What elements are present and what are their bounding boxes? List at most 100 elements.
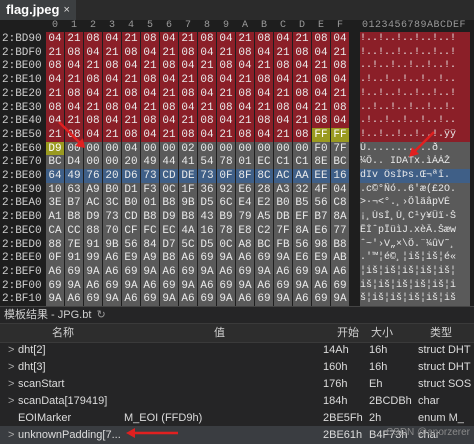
hex-byte[interactable]: 0F	[46, 251, 64, 266]
hex-byte[interactable]: 21	[122, 114, 140, 129]
hex-byte[interactable]: 21	[179, 73, 197, 88]
hex-byte[interactable]: D7	[160, 237, 178, 252]
hex-byte[interactable]: 04	[46, 73, 64, 88]
hex-byte[interactable]: AA	[293, 169, 311, 184]
hex-byte[interactable]: A6	[293, 292, 311, 307]
hex-byte[interactable]: 04	[179, 100, 197, 115]
hex-byte[interactable]: 08	[274, 59, 292, 74]
hex-byte[interactable]: 08	[236, 127, 254, 143]
hex-byte[interactable]: 70	[103, 223, 121, 239]
hex-byte[interactable]: 21	[179, 114, 197, 129]
hex-byte[interactable]: FC	[141, 223, 159, 239]
hex-byte[interactable]: AC	[274, 169, 292, 184]
hex-byte[interactable]: 84	[141, 237, 159, 252]
hex-byte[interactable]: 56	[293, 237, 311, 252]
hex-byte[interactable]: 7E	[65, 237, 83, 252]
hex-byte[interactable]: B0	[122, 196, 140, 211]
hex-byte[interactable]: 9A	[236, 278, 254, 294]
hex-byte[interactable]: 21	[312, 100, 330, 115]
hex-byte[interactable]: 00	[103, 155, 121, 170]
hex-byte[interactable]: 04	[103, 114, 121, 129]
hex-byte[interactable]: 08	[274, 100, 292, 115]
hex-byte[interactable]: B8	[160, 251, 178, 266]
hex-byte[interactable]: 56	[122, 237, 140, 252]
file-tab[interactable]: flag.jpeg ×	[0, 0, 76, 20]
hex-byte[interactable]: 21	[236, 32, 254, 47]
hex-byte[interactable]: 04	[217, 73, 235, 88]
hex-byte[interactable]: FF	[312, 127, 330, 143]
hex-byte[interactable]: 21	[217, 45, 235, 61]
hex-byte[interactable]: 04	[198, 86, 216, 102]
hex-byte[interactable]: E9	[312, 251, 330, 266]
hex-byte[interactable]: F3	[141, 182, 159, 198]
hex-byte[interactable]: 8A	[293, 223, 311, 239]
hex-byte[interactable]: 16	[331, 169, 349, 184]
hex-byte[interactable]: 9A	[84, 264, 102, 280]
column-value[interactable]: 值	[214, 324, 225, 342]
hex-byte[interactable]: 04	[141, 127, 159, 143]
hex-byte[interactable]: 9A	[217, 292, 235, 307]
hex-byte[interactable]: 08	[122, 127, 140, 143]
ascii-text[interactable]: .!..!..!..!..!..	[360, 73, 470, 88]
hex-byte[interactable]: A9	[84, 182, 102, 198]
hex-byte[interactable]: 04	[65, 100, 83, 115]
ascii-text[interactable]: ..!..!..!..!..!.	[360, 59, 470, 74]
hex-byte[interactable]: 21	[141, 100, 159, 115]
hex-byte[interactable]: A6	[160, 264, 178, 280]
ascii-text[interactable]: š¦iš¦iš¦iš¦iš¦iš	[360, 292, 470, 307]
hex-byte[interactable]: 21	[122, 32, 140, 47]
ascii-text[interactable]: ¡¸ÙsÍ¸Ù¸C¹y¥Ûï·Š	[360, 210, 470, 225]
hex-byte[interactable]: 9A	[274, 251, 292, 266]
hex-byte[interactable]: 04	[160, 32, 178, 47]
hex-byte[interactable]: 08	[312, 73, 330, 88]
hex-byte[interactable]: CC	[65, 223, 83, 239]
column-type[interactable]: 类型	[430, 324, 452, 342]
hex-byte[interactable]: 04	[179, 59, 197, 74]
hex-byte[interactable]: 49	[65, 169, 83, 184]
hex-byte[interactable]: 04	[331, 32, 349, 47]
hex-byte[interactable]: 04	[293, 100, 311, 115]
hex-byte[interactable]: 73	[103, 210, 121, 225]
hex-byte[interactable]: 08	[255, 114, 273, 129]
hex-byte[interactable]: 04	[160, 73, 178, 88]
ascii-text[interactable]: .'™¦é©¸¦iš¦iš¦é«	[360, 251, 470, 266]
hex-byte[interactable]: A6	[312, 278, 330, 294]
hex-byte[interactable]: 08	[293, 86, 311, 102]
hex-byte[interactable]: 8E	[312, 155, 330, 170]
hex-byte[interactable]: 69	[331, 278, 349, 294]
ascii-text[interactable]: ..!..!..!..!..!.	[360, 100, 470, 115]
hex-byte[interactable]: 88	[46, 237, 64, 252]
hex-byte[interactable]: BC	[331, 155, 349, 170]
hex-byte[interactable]: 08	[84, 73, 102, 88]
expand-icon[interactable]: >	[8, 426, 14, 444]
hex-byte[interactable]: 69	[103, 278, 121, 294]
hex-byte[interactable]: 08	[65, 86, 83, 102]
hex-byte[interactable]: 88	[84, 223, 102, 239]
hex-byte[interactable]: 9A	[331, 292, 349, 307]
hex-byte[interactable]: 08	[141, 32, 159, 47]
hex-byte[interactable]: A6	[179, 292, 197, 307]
hex-byte[interactable]: 77	[331, 223, 349, 239]
hex-byte[interactable]: BC	[46, 155, 64, 170]
hex-byte[interactable]: 04	[103, 73, 121, 88]
hex-byte[interactable]: AB	[331, 251, 349, 266]
hex-byte[interactable]: 0F	[217, 169, 235, 184]
hex-byte[interactable]: 04	[312, 86, 330, 102]
hex-byte[interactable]: 21	[274, 127, 292, 143]
hex-byte[interactable]: 9A	[274, 292, 292, 307]
template-row[interactable]: > scanData[179419] 184h 2BCDBh char	[0, 392, 474, 410]
expand-icon[interactable]: >	[8, 358, 14, 376]
hex-byte[interactable]: 69	[255, 251, 273, 266]
hex-byte[interactable]: 00	[236, 141, 254, 157]
hex-byte[interactable]: 08	[122, 45, 140, 61]
hex-byte[interactable]: 54	[198, 155, 216, 170]
hex-byte[interactable]: B8	[331, 237, 349, 252]
hex-byte[interactable]: E8	[236, 223, 254, 239]
hex-byte[interactable]: A5	[255, 210, 273, 225]
hex-byte[interactable]: 21	[160, 86, 178, 102]
hex-byte[interactable]: 21	[160, 127, 178, 143]
hex-byte[interactable]: A8	[236, 237, 254, 252]
hex-byte[interactable]: 08	[141, 73, 159, 88]
hex-byte[interactable]: 9A	[312, 264, 330, 280]
hex-byte[interactable]: 21	[293, 32, 311, 47]
